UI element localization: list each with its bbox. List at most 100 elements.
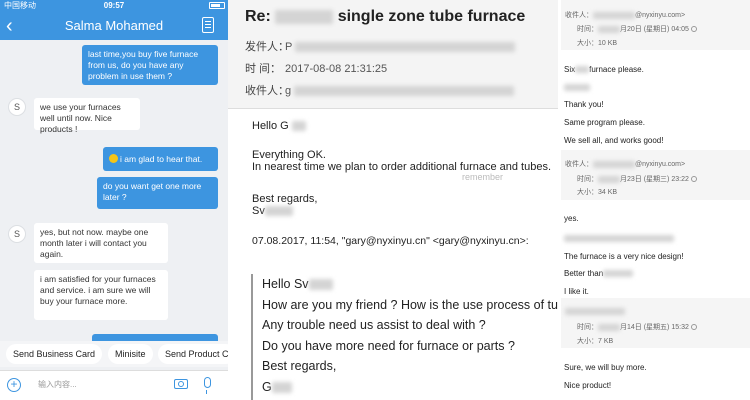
quote-line: Hello Sv [262, 274, 558, 295]
mail-text: furnace please. [589, 65, 644, 74]
subject-prefix: Re: [245, 8, 271, 25]
mail-text-line: I like it. [564, 287, 589, 296]
mail-thread-panel: 收件人： @nyxinyu.com> 时间： 月20日 (星期日) 04:05 大小… [561, 0, 750, 400]
meta-line: 时间： 月20日 (星期日) 04:05 [577, 24, 697, 34]
redacted-text [603, 270, 634, 278]
recipient-label: 收件人： [565, 12, 593, 19]
quote-line: G [262, 377, 558, 398]
email-panel: Re: single zone tube furnace 发件人：P 时 间： 2… [228, 0, 558, 400]
chat-header: ‹ Salma Mohamed [0, 12, 228, 40]
sender-row: 发件人：P [245, 38, 516, 54]
mail-text-line: Same program please. [564, 118, 645, 127]
quick-reply-bar: Send Business Card Minisite Send Product… [0, 341, 228, 367]
camera-icon[interactable] [174, 379, 188, 389]
recipient-row: 收件人：g [245, 82, 515, 98]
mail-text: Six [564, 65, 576, 74]
quote-text: Hello Sv [262, 277, 309, 291]
clock-icon [690, 176, 697, 182]
redacted-text [295, 42, 516, 53]
chat-message-in: we use your furnaces well until now. Nic… [34, 98, 140, 134]
sender-value: P [285, 41, 293, 53]
smile-emoji-icon [109, 154, 118, 163]
time-label: 时 间： [245, 63, 282, 75]
quote-line: Do you have more need for furnace or par… [262, 338, 515, 353]
time-value: 2017-08-08 21:31:25 [285, 63, 388, 75]
chat-message-in: yes, but not now. maybe one month later … [34, 223, 168, 263]
mail-meta: 时间： 月14日 (星期五) 15:32 大小：7 KB [561, 298, 750, 348]
clock-icon [690, 324, 697, 330]
quote-line: Any trouble need us assist to deal with … [262, 318, 486, 332]
email-text-line: Hello G [252, 120, 558, 132]
mail-text-line: Thank you! [564, 100, 604, 109]
redacted-text [275, 9, 334, 24]
time-row: 时 间： 2017-08-08 21:31:25 [245, 60, 387, 76]
microphone-icon[interactable] [204, 377, 211, 394]
redacted-text [271, 381, 292, 393]
quote-line: Best regards, [262, 359, 337, 373]
redacted-text [291, 121, 306, 132]
message-input-bar: + 输入内容... [0, 370, 228, 400]
mail-text-line: Nice product! [564, 381, 612, 390]
email-text-line: Everything OK. [252, 149, 326, 161]
minisite-button[interactable]: Minisite [108, 344, 153, 364]
email-subject: Re: single zone tube furnace [245, 8, 525, 26]
redacted-text [564, 84, 590, 92]
redacted-text [264, 206, 293, 217]
status-time: 09:57 [103, 1, 125, 10]
redacted-text [598, 25, 620, 33]
mail-text-line: Better than [564, 269, 634, 278]
subject-text: single zone tube furnace [337, 8, 526, 25]
email-header: Re: single zone tube furnace 发件人：P 时 间： 2… [228, 0, 558, 109]
mail-date: 月23日 (星期三) 23:22 [620, 176, 689, 183]
avatar: S [8, 225, 26, 243]
recipient-email: @nyxinyu.com> [635, 12, 686, 19]
recipient-email: @nyxinyu.com> [635, 161, 686, 168]
signature-text: Sv [252, 205, 265, 217]
send-product-button[interactable]: Send Product C [158, 344, 228, 364]
meta-line: 时间： 月14日 (星期五) 15:32 [577, 322, 697, 332]
meta-line [565, 308, 625, 315]
chat-message-out: do you want get one more later ? [97, 177, 218, 209]
chat-message-in: i am satisfied for your furnaces and ser… [34, 270, 168, 320]
mail-meta: 收件人： @nyxinyu.com> 时间： 月20日 (星期日) 04:05 大小… [561, 0, 750, 50]
meta-line: 收件人： @nyxinyu.com> [565, 10, 685, 20]
contact-name: Salma Mohamed [64, 18, 164, 33]
mail-size: 大小：10 KB [577, 40, 618, 47]
message-input[interactable]: 输入内容... [38, 379, 77, 390]
sender-label: 发件人： [245, 41, 289, 53]
redacted-text [598, 323, 620, 331]
mail-text-line: Six furnace please. [564, 65, 644, 74]
email-body: Hello G Everything OK. In nearest time w… [252, 120, 558, 247]
email-text-line: Best regards, [252, 193, 318, 205]
greeting-text: Hello G [252, 120, 289, 132]
redacted-text [593, 160, 635, 168]
mail-text-line: We sell all, and works good! [564, 136, 664, 145]
mail-text-line: yes. [564, 214, 579, 223]
redacted-text [598, 175, 620, 183]
email-text-line: Sv [252, 205, 558, 217]
recipient-label: 收件人： [245, 85, 289, 97]
time-label: 时间： [577, 26, 598, 33]
avatar: S [8, 98, 26, 116]
chat-message-out: last time,you buy five furnace from us, … [82, 45, 218, 85]
send-business-card-button[interactable]: Send Business Card [6, 344, 103, 364]
profile-card-icon[interactable] [202, 17, 214, 33]
recipient-label: 收件人： [565, 161, 593, 168]
mail-size: 大小：34 KB [577, 189, 618, 196]
quoted-message: Hello Sv How are you my friend ? How is … [251, 274, 558, 400]
mail-date: 月14日 (星期五) 15:32 [620, 324, 689, 331]
meta-line: 收件人： @nyxinyu.com> [565, 159, 685, 169]
redacted-text [308, 279, 333, 291]
chat-message-text: i am glad to hear that. [120, 154, 203, 164]
quote-header: 07.08.2017, 11:54, "gary@nyxinyu.cn" <ga… [252, 235, 529, 247]
battery-icon [209, 2, 225, 9]
status-bar: 中国移动 09:57 [0, 0, 228, 12]
chat-panel: 中国移动 09:57 ‹ Salma Mohamed last time,you… [0, 0, 228, 400]
meta-line: 时间： 月23日 (星期三) 23:22 [577, 174, 697, 184]
mail-size: 大小：7 KB [577, 338, 614, 345]
plus-icon[interactable]: + [7, 378, 21, 392]
time-label: 时间： [577, 324, 598, 331]
redacted-text [564, 235, 674, 243]
mail-text-line [564, 83, 590, 92]
chat-message-out: i am glad to hear that. [103, 147, 218, 171]
